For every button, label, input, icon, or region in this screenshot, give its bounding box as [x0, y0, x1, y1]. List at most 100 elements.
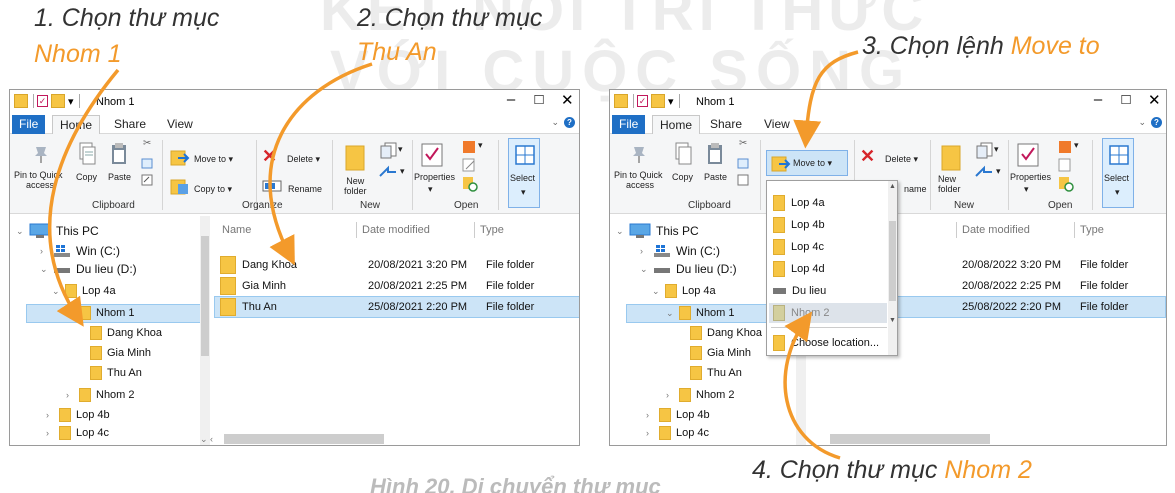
expand-arrow-icon[interactable]: ›	[646, 428, 654, 438]
tree-item-lop-4c[interactable]: › Lop 4c	[646, 424, 709, 442]
tree-item-win-c[interactable]: › Win (C:)	[40, 242, 120, 260]
properties-quick-icon[interactable]: ✓	[37, 95, 48, 107]
tab-view[interactable]: View	[757, 115, 797, 134]
expand-arrow-icon[interactable]: ›	[66, 390, 74, 400]
properties-quick-icon[interactable]: ✓	[637, 95, 648, 107]
tab-file[interactable]: File	[12, 115, 46, 134]
pin-to-quick-access-button[interactable]: Pin to Quick access	[14, 170, 63, 191]
delete-button[interactable]: Delete ▾	[885, 154, 918, 164]
open-icon[interactable]	[462, 140, 476, 154]
table-row[interactable]: Gia Minh	[220, 277, 286, 295]
tab-home[interactable]: Home	[52, 115, 101, 134]
tab-share[interactable]: Share	[107, 115, 153, 134]
column-header-type[interactable]: Type	[480, 224, 504, 236]
new-item-icon[interactable]	[976, 142, 994, 160]
minimize-button[interactable]: –	[505, 91, 517, 109]
rename-button[interactable]: Rename	[288, 184, 322, 194]
collapse-ribbon-icon[interactable]: ⌄	[551, 117, 559, 128]
horizontal-scrollbar-thumb[interactable]	[830, 434, 990, 444]
properties-button[interactable]: Properties	[414, 172, 455, 182]
history-icon[interactable]	[1058, 176, 1074, 192]
table-row[interactable]: Thu An	[220, 298, 277, 316]
scroll-arrows-icon[interactable]: ⌄ ‹	[200, 434, 213, 444]
copy-button[interactable]: Copy	[672, 172, 693, 182]
collapse-arrow-icon[interactable]: ⌄	[666, 308, 674, 319]
collapse-arrow-icon[interactable]: ⌄	[616, 226, 624, 237]
new-item-dropdown-icon[interactable]: ▾	[994, 144, 999, 154]
new-folder-button[interactable]: New folder	[344, 176, 367, 197]
expand-arrow-icon[interactable]: ›	[46, 428, 54, 438]
copy-path-icon[interactable]	[141, 158, 153, 170]
expand-arrow-icon[interactable]: ›	[666, 390, 674, 400]
column-divider[interactable]	[474, 222, 475, 238]
tree-item-dang-khoa[interactable]: Dang Khoa	[690, 324, 762, 342]
horizontal-scrollbar-thumb[interactable]	[224, 434, 384, 444]
tree-item-dang-khoa[interactable]: Dang Khoa	[90, 324, 162, 342]
collapse-ribbon-icon[interactable]: ⌄	[1138, 117, 1146, 128]
tree-item-nhom-1[interactable]: ⌄ Nhom 1	[66, 304, 135, 322]
menu-item-lop-4d[interactable]: Lop 4d	[773, 259, 825, 279]
paste-button[interactable]: Paste	[108, 172, 131, 182]
new-item-icon[interactable]	[380, 142, 398, 160]
menu-item-du-lieu[interactable]: Du lieu	[773, 281, 826, 301]
customize-toolbar-icon[interactable]: ▾	[668, 95, 674, 108]
help-icon[interactable]: ?	[564, 117, 575, 128]
history-icon[interactable]	[462, 176, 478, 192]
column-header-date[interactable]: Date modified	[362, 224, 430, 236]
menu-item-lop-4c[interactable]: Lop 4c	[773, 237, 824, 257]
open-icon[interactable]	[1058, 140, 1072, 154]
menu-item-nhom-2[interactable]: Nhom 2	[773, 303, 830, 323]
properties-button[interactable]: Properties	[1010, 172, 1051, 182]
maximize-button[interactable]: □	[1120, 91, 1132, 109]
navigation-scrollbar[interactable]	[200, 216, 210, 445]
expand-arrow-icon[interactable]: ›	[40, 246, 48, 256]
paste-button[interactable]: Paste	[704, 172, 727, 182]
rename-button[interactable]: name	[904, 184, 927, 194]
tab-home[interactable]: Home	[652, 115, 701, 134]
open-dropdown-icon[interactable]: ▾	[478, 140, 483, 150]
easy-access-dropdown-icon[interactable]: ▾	[996, 166, 1001, 176]
tree-item-lop-4a[interactable]: ⌄ Lop 4a	[652, 282, 716, 300]
column-divider[interactable]	[1074, 222, 1075, 238]
select-button[interactable]: Select ▾	[1102, 138, 1134, 208]
tree-item-nhom-1[interactable]: ⌄ Nhom 1	[666, 304, 735, 322]
tab-share[interactable]: Share	[703, 115, 749, 134]
tree-item-lop-4b[interactable]: › Lop 4b	[46, 406, 110, 424]
tree-item-win-c[interactable]: › Win (C:)	[640, 242, 720, 260]
help-icon[interactable]: ?	[1151, 117, 1162, 128]
column-header-name[interactable]: Name	[222, 224, 251, 236]
tree-item-lop-4c[interactable]: › Lop 4c	[46, 424, 109, 442]
customize-toolbar-icon[interactable]: ▾	[68, 95, 74, 108]
properties-dropdown-icon[interactable]: ▾	[1024, 184, 1029, 194]
tree-item-nhom-2[interactable]: › Nhom 2	[66, 386, 135, 404]
maximize-button[interactable]: □	[533, 91, 545, 109]
scrollbar-thumb[interactable]	[889, 221, 896, 301]
cut-icon[interactable]: ✂	[143, 138, 151, 150]
new-folder-button[interactable]: New folder	[938, 174, 961, 195]
expand-arrow-icon[interactable]: ›	[46, 410, 54, 420]
menu-item-choose-location[interactable]: Choose location...	[773, 333, 879, 353]
tree-item-du-lieu-d[interactable]: ⌄ Du lieu (D:)	[640, 260, 737, 278]
collapse-arrow-icon[interactable]: ⌄	[52, 286, 60, 297]
edit-icon[interactable]	[462, 158, 476, 172]
column-divider[interactable]	[956, 222, 957, 238]
easy-access-icon[interactable]	[378, 164, 398, 180]
select-button[interactable]: Select ▾	[508, 138, 540, 208]
expand-arrow-icon[interactable]: ›	[646, 410, 654, 420]
close-button[interactable]: ✕	[561, 91, 574, 109]
cut-icon[interactable]: ✂	[739, 138, 747, 150]
paste-shortcut-icon[interactable]	[141, 174, 153, 186]
properties-dropdown-icon[interactable]: ▾	[428, 184, 433, 194]
tree-item-this-pc[interactable]: ⌄ This PC	[616, 222, 699, 240]
scrollbar-thumb[interactable]	[201, 236, 209, 356]
menu-scrollbar[interactable]: ▲ ▼	[888, 181, 897, 355]
scroll-up-icon[interactable]: ▲	[888, 183, 897, 190]
move-to-button[interactable]: Move to ▾	[194, 154, 233, 164]
new-item-dropdown-icon[interactable]: ▾	[398, 144, 403, 154]
easy-access-dropdown-icon[interactable]: ▾	[400, 166, 405, 176]
expand-arrow-icon[interactable]: ›	[640, 246, 648, 256]
close-button[interactable]: ✕	[1148, 91, 1161, 109]
edit-icon[interactable]	[1058, 158, 1072, 172]
tree-item-gia-minh[interactable]: Gia Minh	[90, 344, 151, 362]
tree-item-thu-an[interactable]: Thu An	[90, 364, 142, 382]
